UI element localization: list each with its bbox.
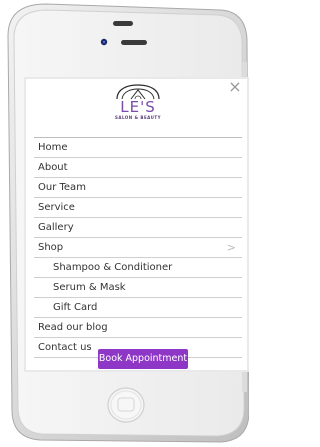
- salon-logo[interactable]: LE'S SALON & BEAUTY: [112, 83, 164, 133]
- menu-item-label: Gallery: [38, 222, 74, 233]
- close-icon[interactable]: ×: [227, 79, 243, 95]
- menu-item-label: Read our blog: [38, 322, 108, 333]
- menu-item-service[interactable]: Service: [34, 198, 242, 218]
- nav-menu: Home About Our Team Service Gallery Shop > Sham…: [34, 137, 242, 358]
- menu-item-label: Contact us: [38, 342, 92, 353]
- menu-item-label: Our Team: [38, 182, 86, 193]
- menu-item-home[interactable]: Home: [34, 138, 242, 158]
- menu-item-label: Shop: [38, 242, 64, 253]
- menu-item-label: Service: [38, 202, 75, 213]
- phone-screen: LE'S SALON & BEAUTY × Home About Our Team S…: [26, 79, 247, 370]
- menu-item-read-our-blog[interactable]: Read our blog: [34, 318, 242, 338]
- submenu-item-gift-card[interactable]: Gift Card: [34, 298, 242, 318]
- submenu-item-shampoo-conditioner[interactable]: Shampoo & Conditioner: [34, 258, 242, 278]
- brand-name: LE'S: [120, 98, 156, 116]
- book-appointment-button[interactable]: Book Appointment: [98, 349, 188, 369]
- menu-item-label: Serum & Mask: [53, 282, 126, 293]
- menu-item-label: Shampoo & Conditioner: [53, 262, 173, 273]
- menu-item-label: About: [38, 162, 68, 173]
- phone-frame: LE'S SALON & BEAUTY × Home About Our Team S…: [6, 2, 249, 444]
- submenu-item-serum-mask[interactable]: Serum & Mask: [34, 278, 242, 298]
- menu-item-label: Home: [38, 142, 68, 153]
- menu-item-about[interactable]: About: [34, 158, 242, 178]
- brand-tagline: SALON & BEAUTY: [114, 115, 162, 120]
- menu-item-gallery[interactable]: Gallery: [34, 218, 242, 238]
- menu-item-label: Gift Card: [53, 302, 98, 313]
- chevron-right-icon[interactable]: >: [227, 238, 236, 257]
- menu-item-our-team[interactable]: Our Team: [34, 178, 242, 198]
- menu-item-shop[interactable]: Shop >: [34, 238, 242, 258]
